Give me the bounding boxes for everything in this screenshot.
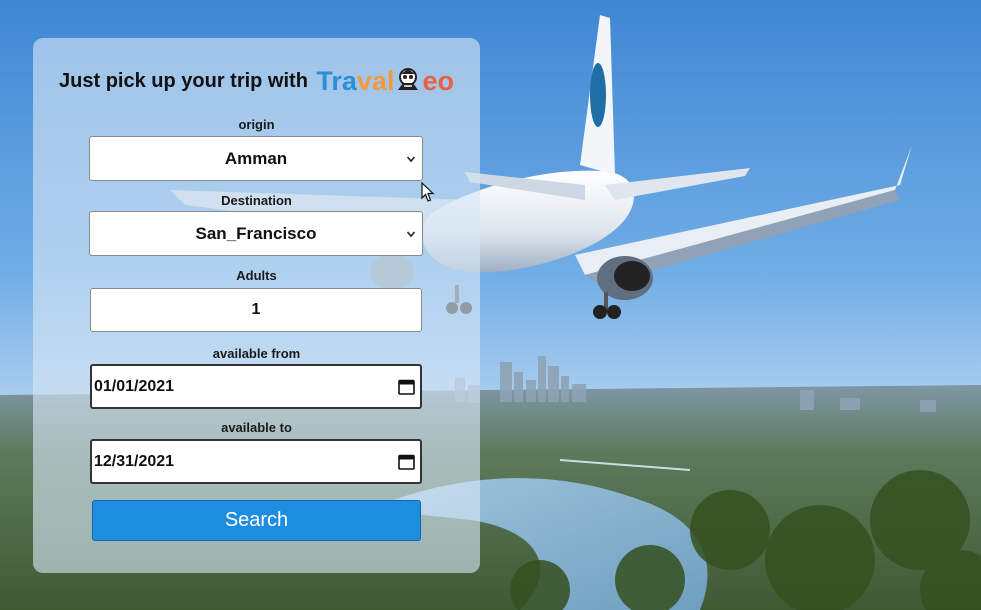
destination-select[interactable]: San_Francisco: [89, 211, 423, 256]
origin-label: origin: [238, 117, 275, 132]
available-to-date-input[interactable]: 12/31/2021: [90, 439, 422, 484]
brand-text-part3: eo: [422, 66, 454, 96]
origin-selected-value: Amman: [224, 148, 288, 168]
available-to-label: available to: [221, 420, 292, 435]
adults-input[interactable]: 1: [90, 288, 422, 332]
available-from-value: 01/01/2021: [94, 377, 175, 395]
available-from-date-input[interactable]: 01/01/2021: [90, 364, 422, 409]
adults-label: Adults: [236, 268, 277, 283]
destination-selected-value: San_Francisco: [195, 223, 317, 243]
trip-search-card: Just pick up your trip with Traval eo or…: [33, 38, 480, 573]
calendar-icon[interactable]: [398, 378, 415, 395]
traveler-logo-icon: [398, 68, 419, 90]
chevron-down-icon: [406, 156, 416, 163]
calendar-icon[interactable]: [398, 453, 415, 470]
brand-logo-text: Traval eo: [316, 66, 454, 96]
adults-value: 1: [251, 301, 261, 318]
origin-select[interactable]: Amman: [89, 136, 423, 181]
chevron-down-icon: [406, 231, 416, 238]
available-to-value: 12/31/2021: [94, 452, 175, 470]
destination-label: Destination: [221, 193, 292, 208]
brand-text-part2: val: [356, 66, 395, 96]
tagline-text: Just pick up your trip with: [59, 70, 308, 92]
mouse-cursor-icon: [421, 182, 435, 202]
available-from-label: available from: [212, 346, 301, 361]
page-title: Just pick up your trip with Traval eo: [33, 66, 480, 97]
brand-text-part1: Tra: [316, 66, 357, 96]
search-button[interactable]: Search: [92, 500, 421, 541]
